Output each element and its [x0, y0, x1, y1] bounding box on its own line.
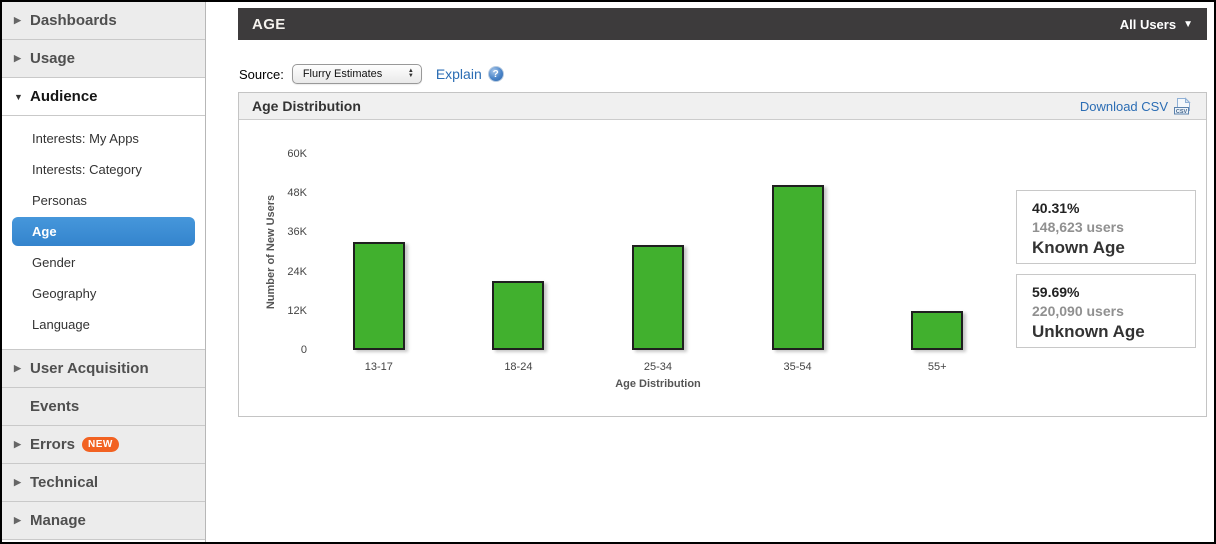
bar-slot [867, 154, 1007, 350]
sidebar-section-usage[interactable]: ▶ Usage [2, 40, 205, 78]
sidebar: ▶ Dashboards ▶ Usage ▼ Audience Interest… [2, 2, 206, 542]
y-ticks: 60K 48K 36K 24K 12K 0 [239, 148, 307, 356]
sidebar-section-manage[interactable]: ▶ Manage [2, 502, 205, 540]
chevron-right-icon: ▶ [14, 53, 21, 63]
known-age-label: Known Age [1032, 238, 1125, 257]
sidebar-item-interests-category[interactable]: Interests: Category [2, 154, 205, 185]
sidebar-section-dashboards[interactable]: ▶ Dashboards [2, 2, 205, 40]
download-csv[interactable]: Download CSV CSV [1080, 96, 1193, 116]
chevron-down-icon: ▼ [14, 91, 23, 102]
sidebar-section-errors[interactable]: ▶ Errors NEW [2, 426, 205, 464]
bar-55+[interactable] [911, 311, 964, 350]
unknown-age-users: 220,090 users [1032, 303, 1124, 319]
sidebar-section-label: Usage [30, 50, 76, 67]
sidebar-section-label: Dashboards [30, 12, 117, 29]
y-tick-label: 12K [287, 304, 307, 317]
bar-35-54[interactable] [771, 185, 824, 350]
sidebar-item-age[interactable]: Age [12, 217, 195, 246]
sidebar-section-label: Technical [30, 474, 99, 491]
source-selected-option: Flurry Estimates [302, 68, 383, 80]
all-users-dropdown[interactable]: All Users ▼ [1120, 17, 1193, 32]
y-tick-label: 60K [287, 148, 307, 160]
scope-label: All Users [1119, 16, 1177, 32]
page-title: AGE [252, 15, 286, 33]
bar-13-17[interactable] [352, 242, 405, 350]
x-tick-label: 13-17 [364, 361, 393, 373]
csv-file-icon: CSV [1174, 96, 1191, 114]
sidebar-item-language[interactable]: Language [2, 309, 205, 340]
sidebar-section-label: Errors [30, 436, 76, 453]
bar-slot [449, 154, 589, 350]
help-icon[interactable]: ? [487, 66, 504, 82]
panel-title: Age Distribution [252, 98, 361, 114]
chevron-right-icon: ▶ [14, 477, 21, 487]
download-csv-link[interactable]: Download CSV [1080, 99, 1168, 114]
source-select[interactable]: Flurry Estimates ▲ ▼ [291, 64, 422, 84]
sidebar-section-technical[interactable]: ▶ Technical [2, 464, 205, 502]
unknown-age-percent: 59.69% [1032, 284, 1080, 300]
new-badge: NEW [82, 437, 119, 452]
known-age-box: 40.31% 148,623 users Known Age [1016, 190, 1196, 264]
x-labels: 13-17 18-24 25-34 35-54 55+ [309, 361, 1007, 373]
sidebar-section-label: User Acquisition [30, 360, 149, 377]
source-row: Source: Flurry Estimates ▲ ▼ Explain ? [239, 63, 504, 85]
unknown-age-label: Unknown Age [1032, 322, 1145, 341]
x-tick-label: 55+ [927, 361, 947, 373]
x-tick-label: 25-34 [643, 361, 673, 373]
y-tick-label: 36K [287, 226, 307, 239]
known-age-users: 148,623 users [1032, 219, 1124, 235]
bar-slot [588, 154, 728, 350]
bar-slot [728, 154, 868, 350]
bar-slot [309, 154, 449, 350]
sidebar-item-gender[interactable]: Gender [2, 247, 205, 278]
bar-18-24[interactable] [492, 281, 545, 350]
sidebar-section-label: Manage [30, 512, 86, 529]
sidebar-section-label: Audience [30, 88, 98, 105]
chevron-right-icon: ▶ [14, 363, 21, 373]
bar-25-34[interactable] [631, 245, 684, 350]
sidebar-section-events[interactable]: Events [2, 388, 205, 426]
sidebar-item-geography[interactable]: Geography [2, 278, 205, 309]
chevron-right-icon: ▶ [14, 439, 21, 449]
bar-plot [309, 154, 1007, 350]
chevron-right-icon: ▶ [14, 15, 21, 25]
page-header: AGE All Users ▼ [238, 8, 1207, 40]
sidebar-section-user-acquisition[interactable]: ▶ User Acquisition [2, 350, 205, 388]
chart-area: Number of New Users 60K 48K 36K 24K 12K 0 13-… [239, 120, 1206, 416]
sidebar-section-label: Events [30, 398, 80, 415]
panel-header: Age Distribution Download CSV CSV [239, 93, 1206, 120]
source-label: Source: [239, 66, 284, 82]
stepper-arrows-icon: ▲ ▼ [407, 68, 414, 79]
x-tick-label: 35-54 [783, 361, 812, 373]
sidebar-section-audience[interactable]: ▼ Audience [2, 78, 205, 116]
y-tick-label: 48K [287, 187, 307, 200]
explain-link[interactable]: Explain [436, 66, 482, 82]
age-distribution-panel: Age Distribution Download CSV CSV Number… [238, 92, 1207, 417]
y-tick-label: 24K [287, 265, 307, 278]
sidebar-item-interests-my-apps[interactable]: Interests: My Apps [2, 123, 205, 154]
svg-text:CSV: CSV [1176, 108, 1188, 114]
chevron-down-icon: ▼ [1183, 18, 1193, 30]
chevron-right-icon: ▶ [14, 515, 21, 525]
sidebar-item-personas[interactable]: Personas [2, 185, 205, 216]
unknown-age-box: 59.69% 220,090 users Unknown Age [1016, 274, 1196, 348]
y-tick-label: 0 [300, 344, 307, 356]
app-window: ▶ Dashboards ▶ Usage ▼ Audience Interest… [0, 0, 1216, 544]
stats-column: 40.31% 148,623 users Known Age 59.69% 22… [1016, 190, 1196, 358]
x-tick-label: 18-24 [504, 361, 533, 373]
known-age-percent: 40.31% [1032, 200, 1080, 216]
audience-subnav: Interests: My Apps Interests: Category P… [2, 116, 205, 350]
x-axis-title: Age Distribution [615, 378, 701, 390]
